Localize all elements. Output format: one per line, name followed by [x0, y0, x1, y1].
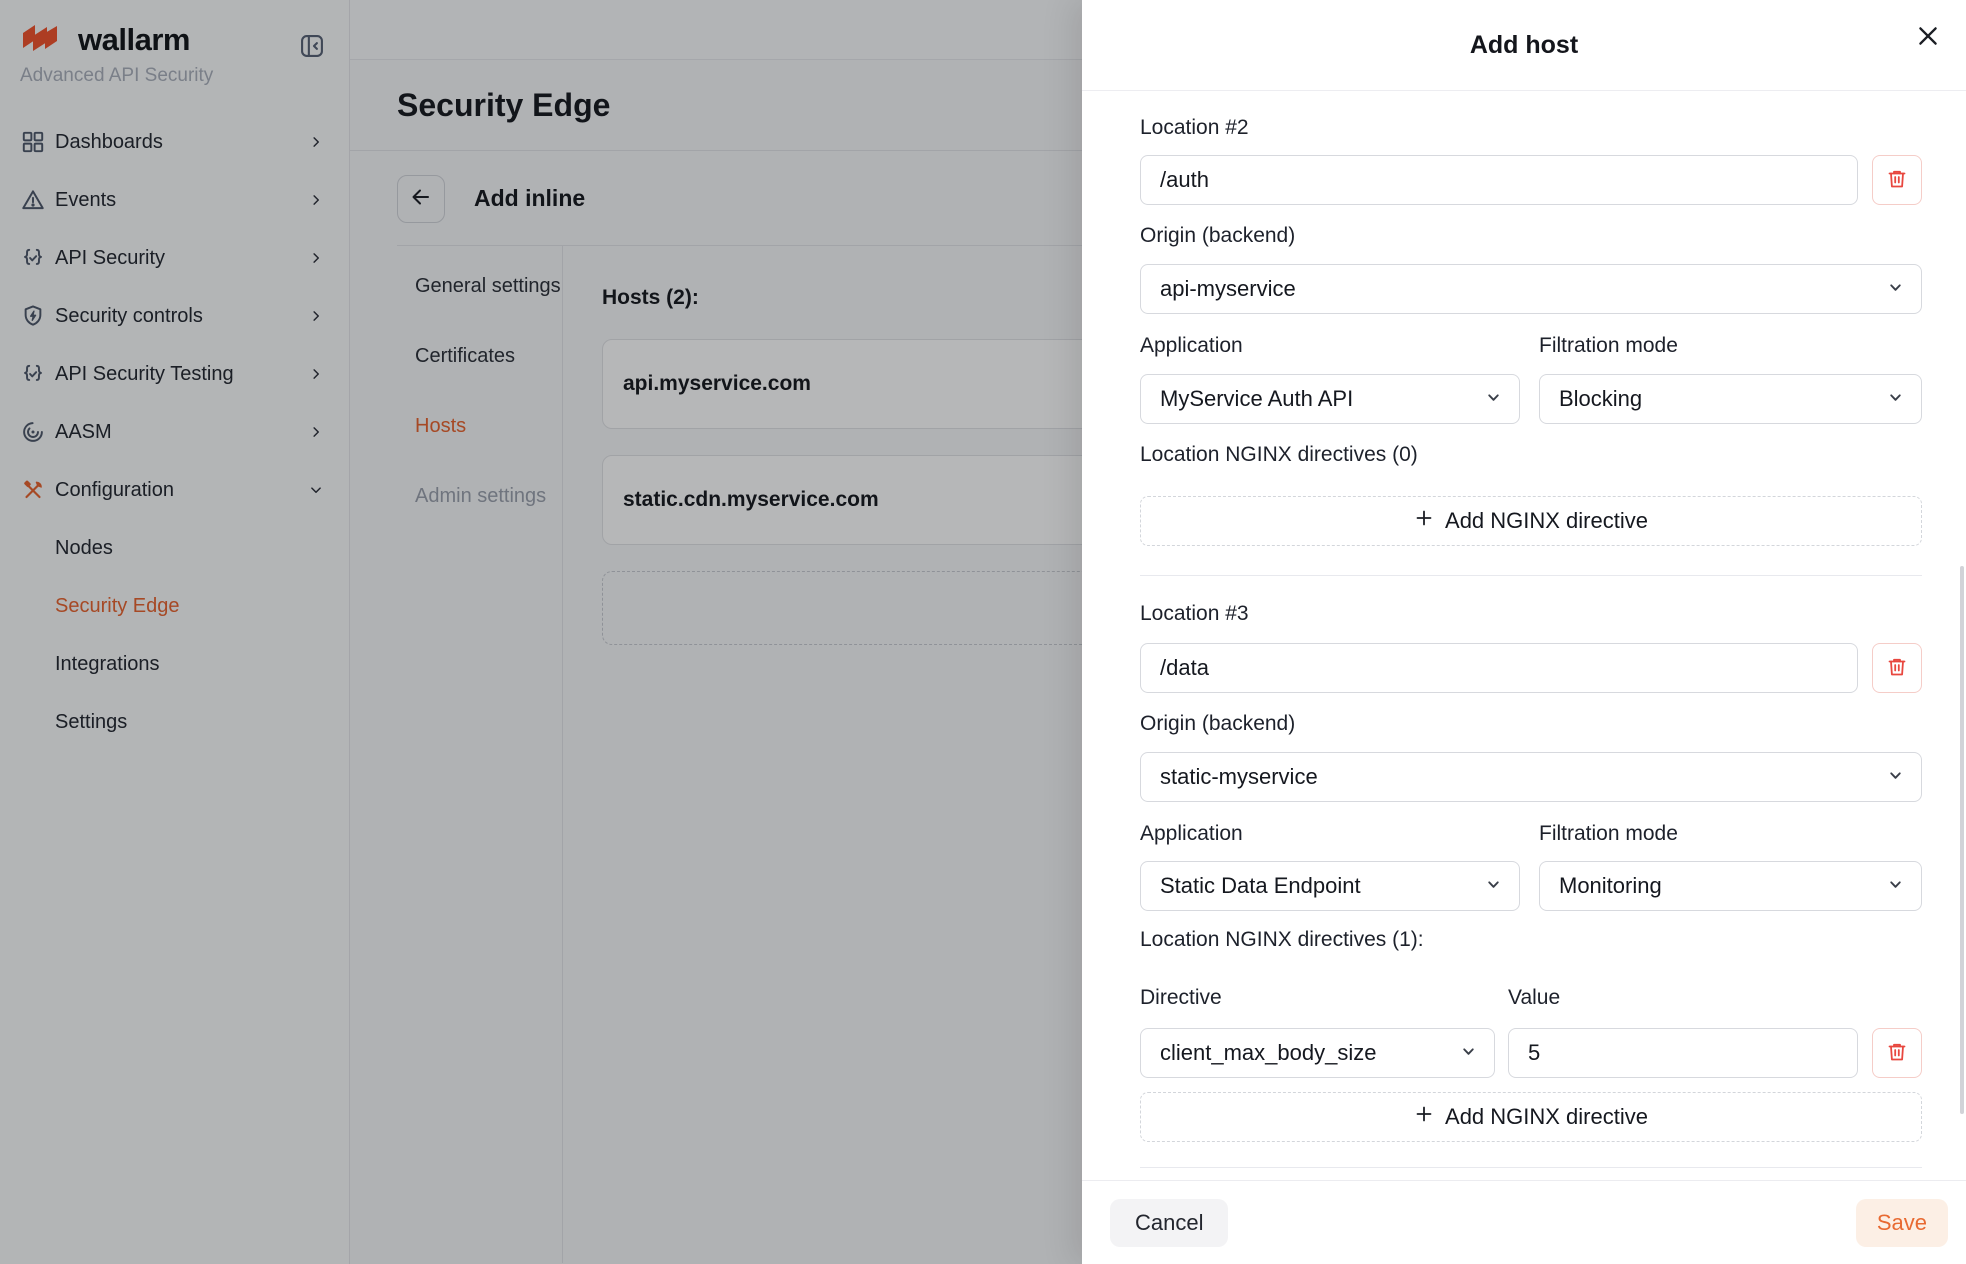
- drawer-scrollbar[interactable]: [1960, 566, 1964, 1114]
- value-column-label: Value: [1508, 985, 1560, 1011]
- origin-label: Origin (backend): [1140, 223, 1922, 249]
- plus-icon: [1414, 1104, 1434, 1130]
- chevron-down-icon: [1887, 764, 1904, 790]
- chevron-down-icon: [1887, 386, 1904, 412]
- cancel-button[interactable]: Cancel: [1110, 1199, 1228, 1247]
- add-nginx-directive-label: Add NGINX directive: [1445, 1104, 1648, 1130]
- section-divider: [1140, 1167, 1922, 1168]
- application-label: Application: [1140, 821, 1539, 847]
- section-divider: [1140, 575, 1922, 576]
- origin-select-value: api-myservice: [1160, 276, 1296, 302]
- directive-select-value: client_max_body_size: [1160, 1040, 1376, 1066]
- directive-select[interactable]: client_max_body_size: [1140, 1028, 1495, 1078]
- delete-location-button[interactable]: [1872, 643, 1922, 693]
- location-label: Location #3: [1140, 601, 1922, 627]
- trash-icon: [1885, 167, 1909, 194]
- chevron-down-icon: [1460, 1040, 1477, 1066]
- origin-select[interactable]: static-myservice: [1140, 752, 1922, 802]
- delete-directive-button[interactable]: [1872, 1028, 1922, 1078]
- add-nginx-directive-button[interactable]: Add NGINX directive: [1140, 496, 1922, 546]
- application-select[interactable]: Static Data Endpoint: [1140, 861, 1520, 911]
- filtration-select-value: Monitoring: [1559, 873, 1662, 899]
- filtration-mode-label: Filtration mode: [1539, 333, 1678, 359]
- save-button[interactable]: Save: [1856, 1199, 1948, 1247]
- origin-label: Origin (backend): [1140, 711, 1922, 737]
- chevron-down-icon: [1887, 276, 1904, 302]
- filtration-select-value: Blocking: [1559, 386, 1642, 412]
- origin-select[interactable]: api-myservice: [1140, 264, 1922, 314]
- application-select-value: MyService Auth API: [1160, 386, 1353, 412]
- trash-icon: [1885, 655, 1909, 682]
- location-path-input[interactable]: [1140, 155, 1858, 205]
- nginx-directives-label: Location NGINX directives (1):: [1140, 927, 1922, 953]
- close-button[interactable]: [1914, 23, 1942, 51]
- add-host-drawer: Add host Location #2: [1082, 0, 1966, 1264]
- plus-icon: [1414, 508, 1434, 534]
- trash-icon: [1885, 1040, 1909, 1067]
- delete-location-button[interactable]: [1872, 155, 1922, 205]
- filtration-mode-select[interactable]: Blocking: [1539, 374, 1922, 424]
- application-select-value: Static Data Endpoint: [1160, 873, 1361, 899]
- application-select[interactable]: MyService Auth API: [1140, 374, 1520, 424]
- add-nginx-directive-button[interactable]: Add NGINX directive: [1140, 1092, 1922, 1142]
- filtration-mode-select[interactable]: Monitoring: [1539, 861, 1922, 911]
- location-path-input[interactable]: [1140, 643, 1858, 693]
- add-nginx-directive-label: Add NGINX directive: [1445, 508, 1648, 534]
- chevron-down-icon: [1485, 386, 1502, 412]
- filtration-mode-label: Filtration mode: [1539, 821, 1678, 847]
- origin-select-value: static-myservice: [1160, 764, 1318, 790]
- nginx-directives-label: Location NGINX directives (0): [1140, 442, 1922, 468]
- application-label: Application: [1140, 333, 1539, 359]
- drawer-title: Add host: [1470, 31, 1578, 60]
- location-label: Location #2: [1140, 115, 1922, 141]
- chevron-down-icon: [1887, 873, 1904, 899]
- chevron-down-icon: [1485, 873, 1502, 899]
- directive-column-label: Directive: [1140, 985, 1508, 1011]
- directive-value-input[interactable]: [1508, 1028, 1858, 1078]
- close-icon: [1915, 23, 1941, 52]
